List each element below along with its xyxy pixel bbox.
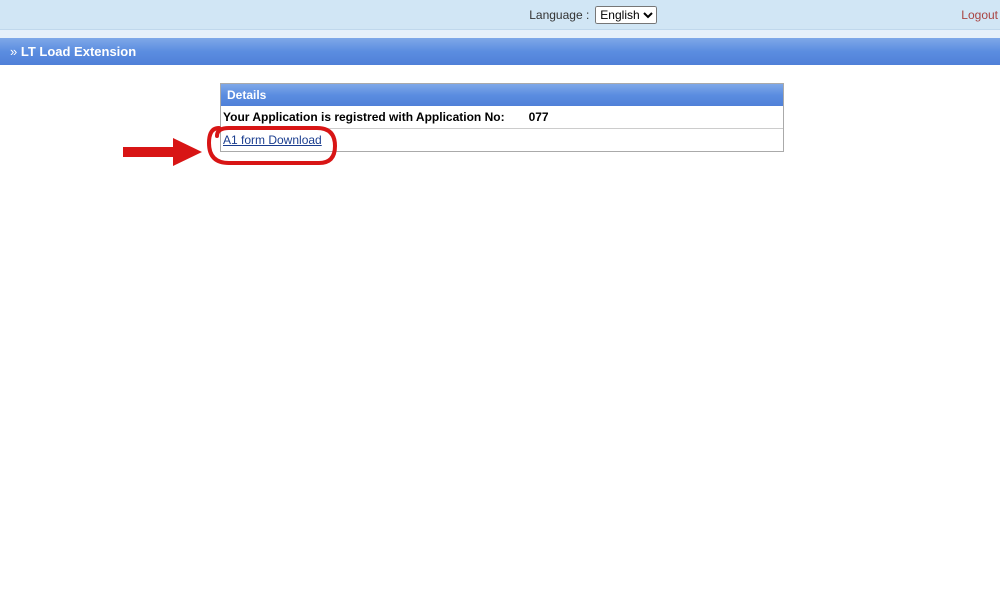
a1-form-download-link[interactable]: A1 form Download <box>223 133 322 147</box>
content-area: Details Your Application is registred wi… <box>0 65 1000 152</box>
panel-header: Details <box>221 84 783 106</box>
page-title: LT Load Extension <box>21 44 136 59</box>
application-number: 077 <box>529 110 549 124</box>
application-label: Your Application is registred with Appli… <box>223 110 529 124</box>
download-link-row: A1 form Download <box>221 129 783 151</box>
spacer-bar <box>0 30 1000 38</box>
panel-body: Your Application is registred with Appli… <box>221 106 783 151</box>
top-bar: Language English Logout <box>0 0 1000 30</box>
logout-link[interactable]: Logout <box>961 8 1000 22</box>
details-panel: Details Your Application is registred wi… <box>220 83 784 152</box>
language-select[interactable]: English <box>595 6 657 24</box>
language-label: Language <box>529 8 591 22</box>
page-title-bar: LT Load Extension <box>0 38 1000 65</box>
application-row: Your Application is registred with Appli… <box>221 106 783 129</box>
